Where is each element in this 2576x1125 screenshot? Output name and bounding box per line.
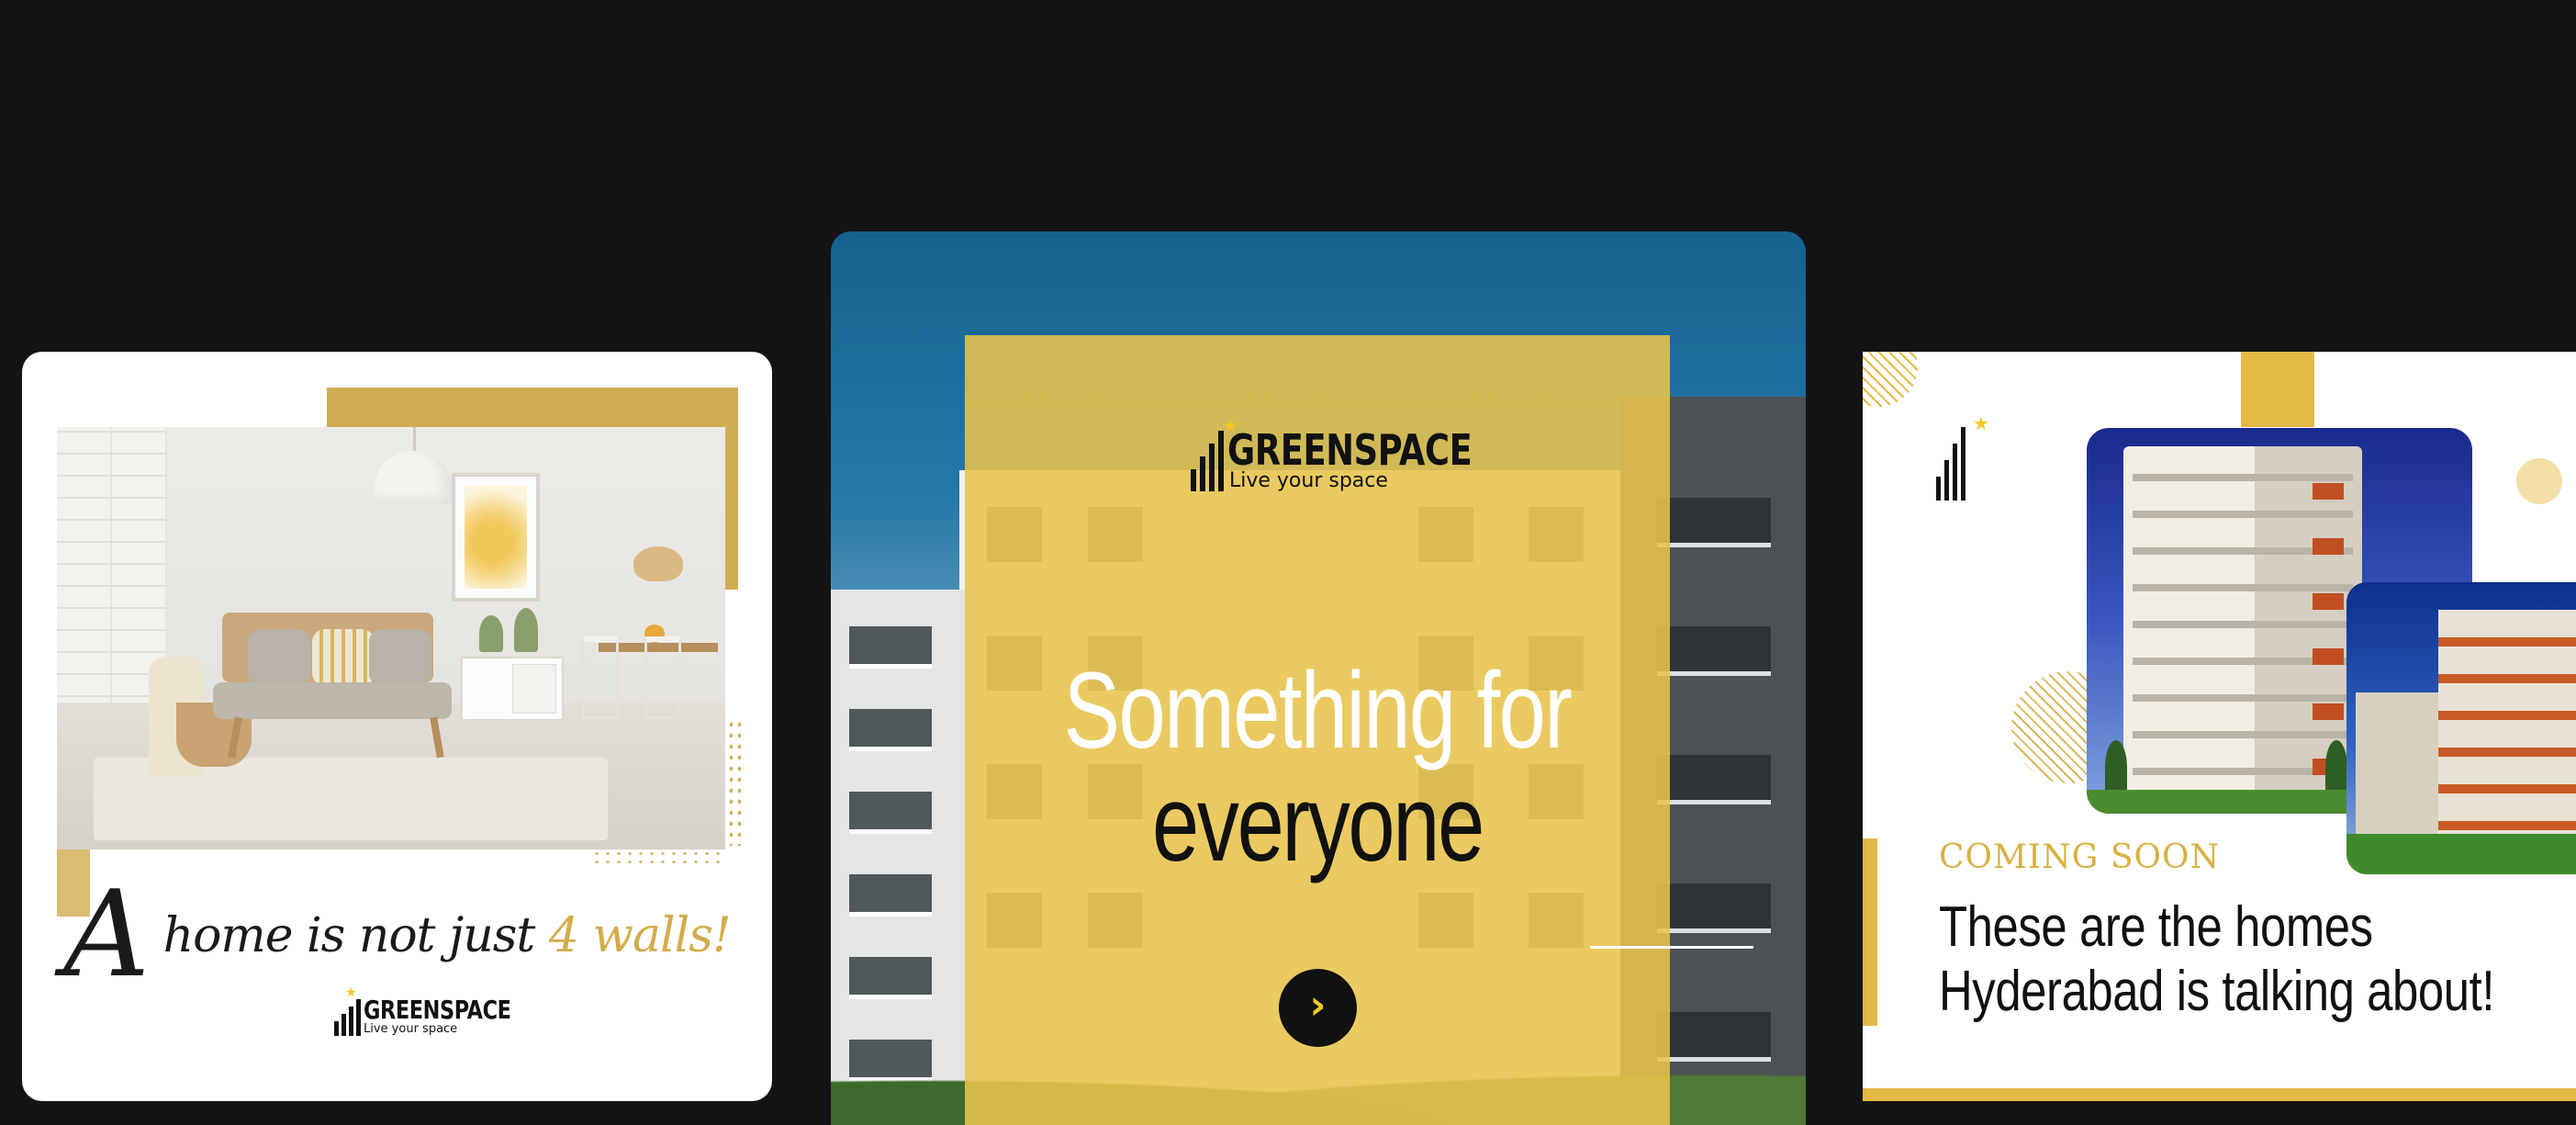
building-bars-icon: ★ — [1191, 416, 1238, 491]
apartment-building-left — [831, 590, 969, 1125]
greenspace-logo-mark: ★ — [1936, 414, 1989, 501]
gold-bottom-bar — [1863, 1088, 2576, 1101]
logo-subtitle: Live your space — [364, 1022, 458, 1036]
dot-pattern — [727, 719, 744, 846]
tagline-lead: A — [63, 864, 150, 1004]
star-icon: ★ — [345, 984, 357, 999]
slide-headline: These are the homes Hyderabad is talking… — [1939, 895, 2511, 1024]
star-icon: ★ — [1973, 414, 1989, 434]
tagline-accent: 4 walls! — [548, 908, 732, 963]
building-bars-icon: ★ — [1936, 414, 1989, 501]
tagline-text: home is not just — [162, 908, 536, 963]
greenspace-logo: ★ GREENSPACE Live your space — [334, 984, 548, 1036]
coming-soon-label: COMING SOON — [1939, 838, 2221, 876]
circle-decoration — [2516, 458, 2562, 504]
building-bars-icon: ★ — [334, 984, 364, 1036]
hero-headline-line1: Something for — [1063, 650, 1573, 771]
tower-render-photo-2 — [2346, 582, 2576, 874]
gold-accent-strip — [1863, 838, 1877, 1026]
logo-brand: GREENSPACE — [364, 995, 511, 1025]
slide-interior-card[interactable]: A home is not just 4 walls! ★ GREENSPACE… — [22, 352, 772, 1101]
slide-hero-card[interactable]: ★ GREENSPACE Live your space Something f… — [831, 231, 1806, 1125]
headline-line2: Hyderabad is talking about! — [1939, 960, 2495, 1023]
divider-line — [1590, 946, 1753, 949]
gold-accent-block — [2241, 352, 2314, 427]
slide-tagline: A home is not just 4 walls! — [22, 864, 772, 1004]
chevron-right-icon: › — [1309, 982, 1327, 1029]
living-room-photo — [57, 427, 725, 849]
headline-line1: These are the homes — [1939, 895, 2373, 959]
logo-brand: GREENSPACE — [1227, 425, 1473, 475]
hero-headline-line2: everyone — [1152, 763, 1484, 884]
greenspace-logo: ★ GREENSPACE Live your space — [1191, 416, 1533, 491]
next-arrow-button[interactable]: › — [1279, 969, 1357, 1047]
hatch-circle-decoration — [1863, 352, 1918, 407]
slide-coming-soon-card[interactable]: ★ COMING SOON These are the homes Hydera… — [1863, 352, 2576, 1101]
